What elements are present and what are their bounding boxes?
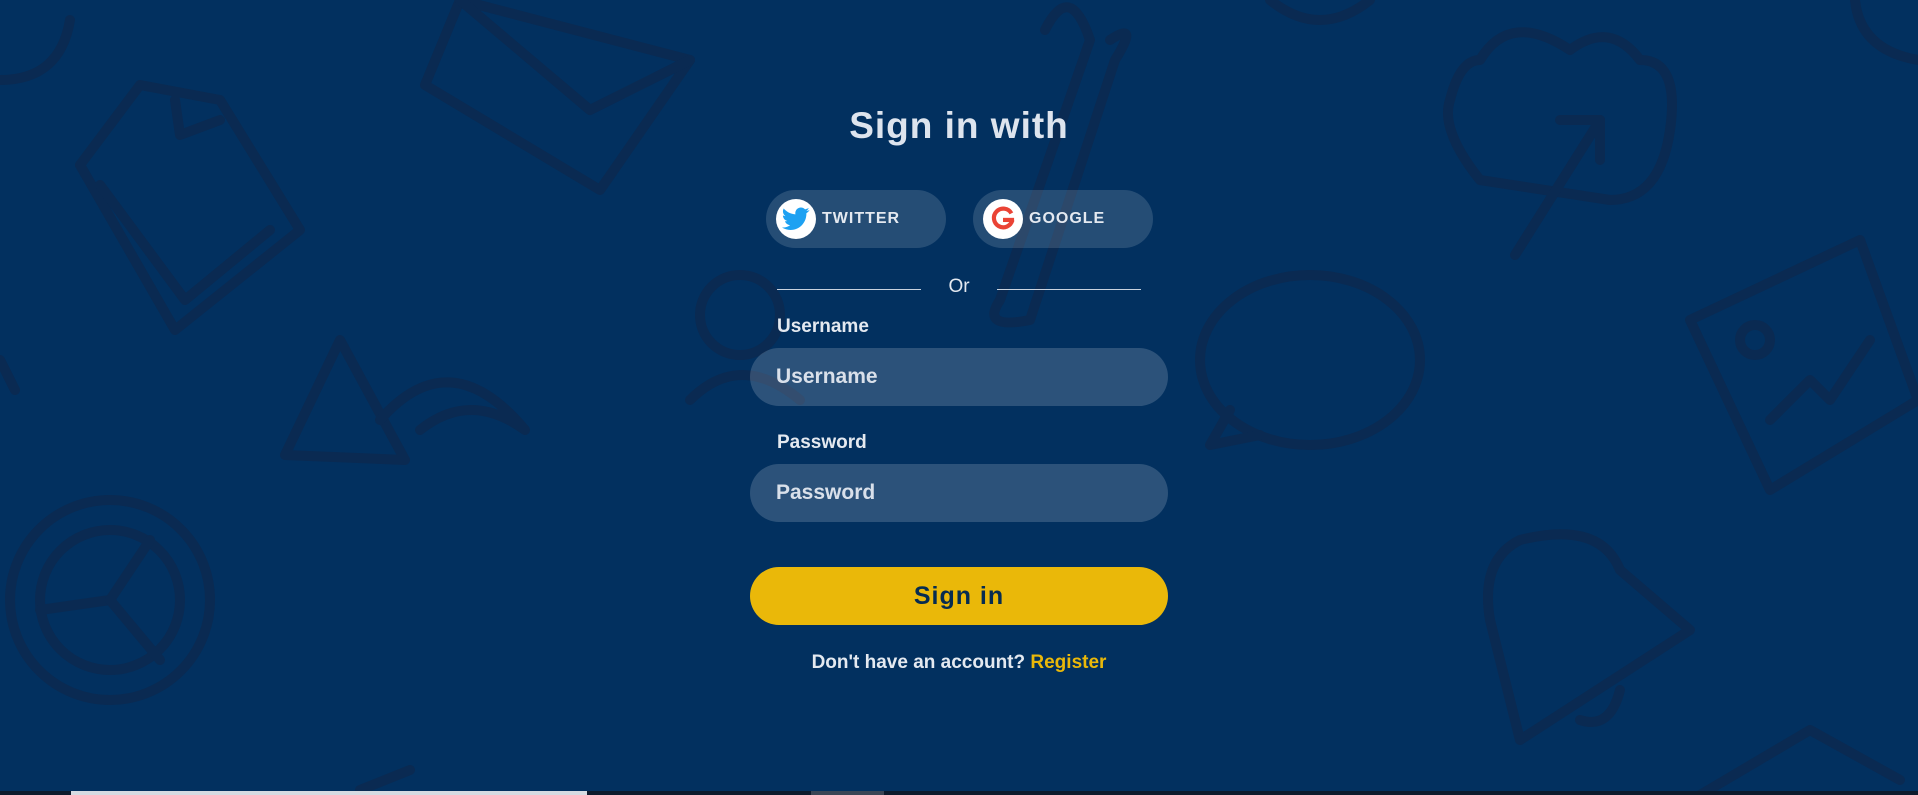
- divider-line-left: [777, 289, 921, 290]
- bell-doodle: [1483, 529, 1695, 745]
- divider-line-right: [997, 289, 1141, 290]
- envelope-doodle: [420, 0, 695, 195]
- circle-doodle-right: [1850, 0, 1918, 65]
- username-label: Username: [777, 316, 869, 337]
- divider-or-text: Or: [948, 276, 970, 297]
- twitter-sign-in-button[interactable]: TWITTER: [766, 190, 946, 248]
- scrollbar-segment: [811, 791, 884, 795]
- horizontal-scrollbar-thumb[interactable]: [71, 791, 587, 795]
- google-sign-in-button[interactable]: GOOGLE: [973, 190, 1153, 248]
- twitter-label: TWITTER: [822, 210, 901, 227]
- sign-in-button[interactable]: Sign in: [750, 567, 1168, 625]
- picture-doodle: [1685, 235, 1918, 495]
- shape-fragment-doodle: [1695, 725, 1905, 795]
- twitter-icon: [776, 199, 816, 239]
- ring-doodle: [1265, 0, 1375, 25]
- paperclip-doodle: [989, 2, 1132, 328]
- sign-in-heading: Sign in with: [849, 105, 1069, 146]
- password-label: Password: [777, 432, 867, 453]
- register-link[interactable]: Register: [1030, 652, 1106, 673]
- google-icon: [983, 199, 1023, 239]
- password-input[interactable]: [750, 464, 1168, 522]
- username-input[interactable]: [750, 348, 1168, 406]
- register-prompt-text: Don't have an account?: [811, 652, 1031, 673]
- login-page: Sign in with TWITTER GOOGLE Or Username …: [0, 0, 1918, 795]
- circle-doodle: [0, 15, 75, 85]
- arrow-fragment-doodle: [355, 765, 415, 795]
- share-arrow-doodle: [280, 335, 530, 465]
- edge-fragment-doodle: [0, 355, 20, 395]
- speech-bubble-doodle: [1195, 270, 1425, 450]
- google-label: GOOGLE: [1029, 210, 1106, 227]
- register-prompt: Don't have an account? Register: [0, 652, 1918, 674]
